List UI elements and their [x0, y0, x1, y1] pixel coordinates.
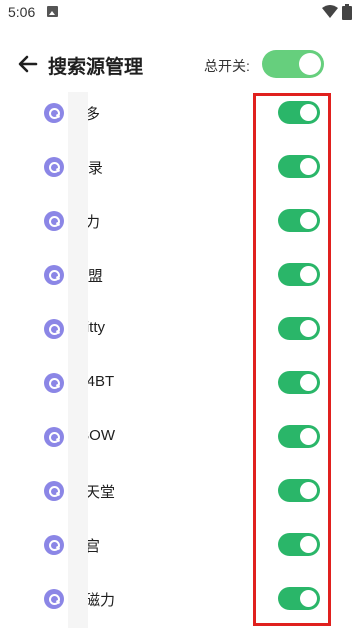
status-bar: 5:06: [0, 0, 360, 24]
page-title: 搜索源管理: [48, 57, 144, 78]
source-search-icon: [44, 427, 64, 447]
source-search-icon: [44, 103, 64, 123]
master-switch[interactable]: [262, 50, 324, 78]
back-arrow-icon: [18, 55, 38, 73]
source-search-icon: [44, 319, 64, 339]
label-mask: [68, 92, 88, 628]
source-search-icon: [44, 481, 64, 501]
source-search-icon: [44, 157, 64, 177]
source-search-icon: [44, 373, 64, 393]
highlight-box: [253, 93, 331, 626]
master-switch-label: 总开关:: [204, 58, 250, 74]
back-button[interactable]: [14, 50, 42, 78]
wifi-icon: [322, 5, 338, 18]
source-search-icon: [44, 589, 64, 609]
source-search-icon: [44, 211, 64, 231]
image-notification-icon: [47, 6, 58, 17]
switch-knob: [299, 53, 321, 75]
status-icons: [322, 4, 352, 20]
battery-icon: [342, 4, 352, 20]
source-search-icon: [44, 535, 64, 555]
toolbar: 搜索源管理 总开关:: [0, 40, 360, 88]
status-time: 5:06: [8, 4, 36, 20]
source-search-icon: [44, 265, 64, 285]
